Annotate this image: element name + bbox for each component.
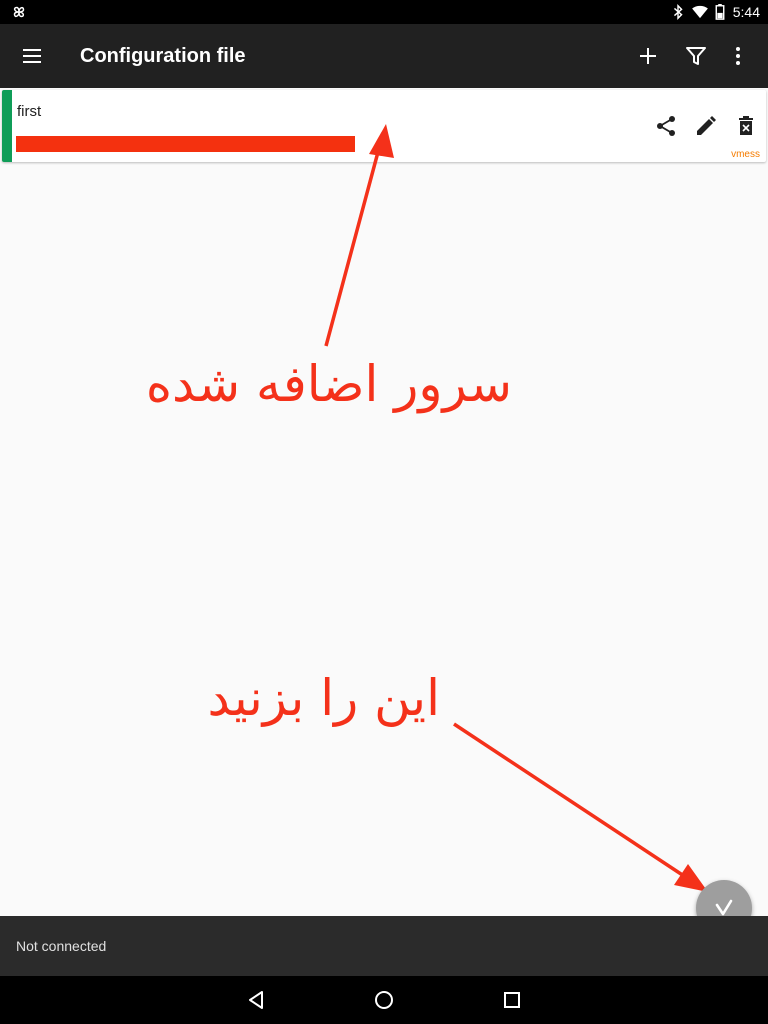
connection-status-text: Not connected bbox=[16, 938, 107, 954]
arrow-to-connect-button bbox=[453, 722, 708, 892]
arrow-to-server-card bbox=[324, 124, 394, 347]
connection-status-bar[interactable]: Not connected bbox=[0, 916, 768, 976]
recents-icon[interactable] bbox=[500, 988, 524, 1012]
annotation-added-server: سرور اضافه شده bbox=[145, 355, 512, 413]
back-icon[interactable] bbox=[244, 988, 268, 1012]
navigation-bar bbox=[0, 976, 768, 1024]
annotation-arrows bbox=[324, 124, 708, 892]
annotation-tap-this: این را بزنید bbox=[207, 669, 440, 727]
home-icon[interactable] bbox=[372, 988, 396, 1012]
app-screen: 5:44 Configuration file first vmess سرور… bbox=[0, 0, 768, 1024]
